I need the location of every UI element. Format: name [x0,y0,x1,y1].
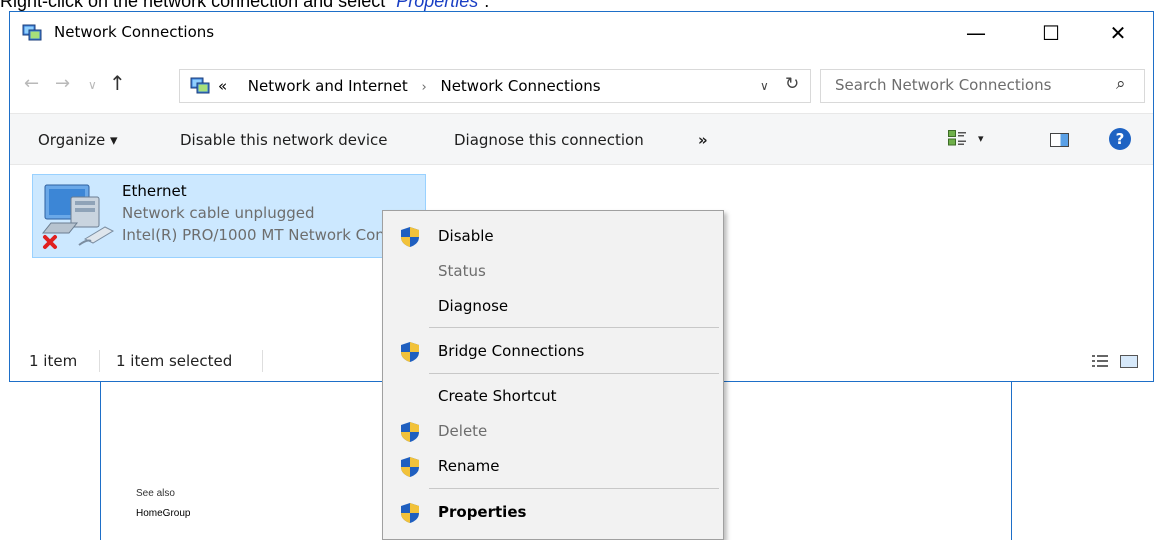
diagnose-connection-button[interactable]: Diagnose this connection [454,131,644,149]
network-connections-icon [190,77,210,94]
item-count: 1 item [29,352,78,370]
menu-item-properties[interactable]: Properties [383,495,723,529]
menu-item-label: Diagnose [438,297,509,315]
instruction-text: Right-click on the network connection an… [0,0,489,11]
ethernet-adapter-icon [41,184,115,249]
instruction-prefix: Right-click on the network connection an… [0,0,397,11]
forward-arrow-icon[interactable]: → [55,73,70,94]
selected-count: 1 item selected [116,352,233,370]
breadcrumb-overflow[interactable]: « [218,77,227,95]
shield-icon [401,342,419,362]
menu-item-bridge-connections[interactable]: Bridge Connections [383,334,723,368]
menu-item-disable[interactable]: Disable [383,219,723,253]
menu-item-label: Properties [438,503,527,521]
context-menu: Disable Status Diagnose Bridge Connectio… [382,210,724,540]
shield-icon [401,503,419,523]
menu-item-status[interactable]: Status [383,254,723,288]
close-button[interactable]: ✕ [1095,18,1141,48]
minimize-button[interactable]: — [953,18,999,48]
menu-item-create-shortcut[interactable]: Create Shortcut [383,379,723,413]
organize-button[interactable]: Organize ▾ [38,131,118,149]
refresh-icon[interactable]: ↻ [785,74,799,94]
title-bar[interactable]: Network Connections — ☐ ✕ [10,12,1153,56]
details-view-icon[interactable] [1092,355,1108,367]
menu-item-label: Status [438,262,486,280]
shield-icon [401,422,419,442]
breadcrumb: « Network and Internet › Network Connect… [218,77,601,95]
up-arrow-icon[interactable]: ↑ [109,71,126,95]
menu-separator [429,327,719,328]
recent-locations-chevron-icon[interactable]: ∨ [88,78,97,92]
menu-separator [429,373,719,374]
menu-item-label: Create Shortcut [438,387,557,405]
search-box[interactable]: ⌕ [820,69,1145,103]
large-icons-view-icon[interactable] [1120,355,1138,368]
menu-item-label: Disable [438,227,494,245]
instruction-suffix: ”. [478,0,490,11]
change-view-icon[interactable] [948,130,966,146]
disconnected-x-icon [43,235,57,249]
menu-separator [429,488,719,489]
address-row: ← → ∨ ↑ « Network and Internet › Network… [10,69,1153,103]
more-commands-chevron-icon[interactable]: » [698,131,708,149]
menu-item-rename[interactable]: Rename [383,449,723,483]
view-options-chevron-down-icon[interactable]: ▾ [978,132,984,145]
menu-item-label: Delete [438,422,488,440]
preview-pane-icon[interactable] [1050,133,1069,147]
menu-item-label: Rename [438,457,500,475]
breadcrumb-network-connections[interactable]: Network Connections [440,77,600,95]
menu-item-delete[interactable]: Delete [383,414,723,448]
breadcrumb-network-and-internet[interactable]: Network and Internet [248,77,408,95]
address-bar[interactable]: « Network and Internet › Network Connect… [179,69,811,103]
status-divider [99,350,100,372]
status-divider [262,350,263,372]
menu-item-diagnose[interactable]: Diagnose [383,289,723,323]
network-connections-icon [22,24,42,41]
maximize-button[interactable]: ☐ [1028,18,1074,48]
menu-item-label: Bridge Connections [438,342,585,360]
connection-name: Ethernet [122,182,187,200]
shield-icon [401,457,419,477]
see-also-heading: See also [136,488,175,499]
help-icon[interactable]: ? [1109,128,1131,150]
shield-icon [401,227,419,247]
homegroup-link[interactable]: HomeGroup [136,508,190,519]
search-icon[interactable]: ⌕ [1116,74,1126,94]
ethernet-connection-item[interactable]: Ethernet Network cable unplugged Intel(R… [32,174,441,258]
command-bar: Organize ▾ Disable this network device D… [10,113,1153,165]
breadcrumb-separator-icon[interactable]: › [412,80,435,95]
address-dropdown-icon[interactable]: ∨ [760,79,769,93]
disable-network-device-button[interactable]: Disable this network device [180,131,388,149]
back-arrow-icon[interactable]: ← [24,73,39,94]
window-title: Network Connections [54,23,215,41]
instruction-emphasis: Properties [396,0,479,11]
search-input[interactable] [835,76,1095,94]
